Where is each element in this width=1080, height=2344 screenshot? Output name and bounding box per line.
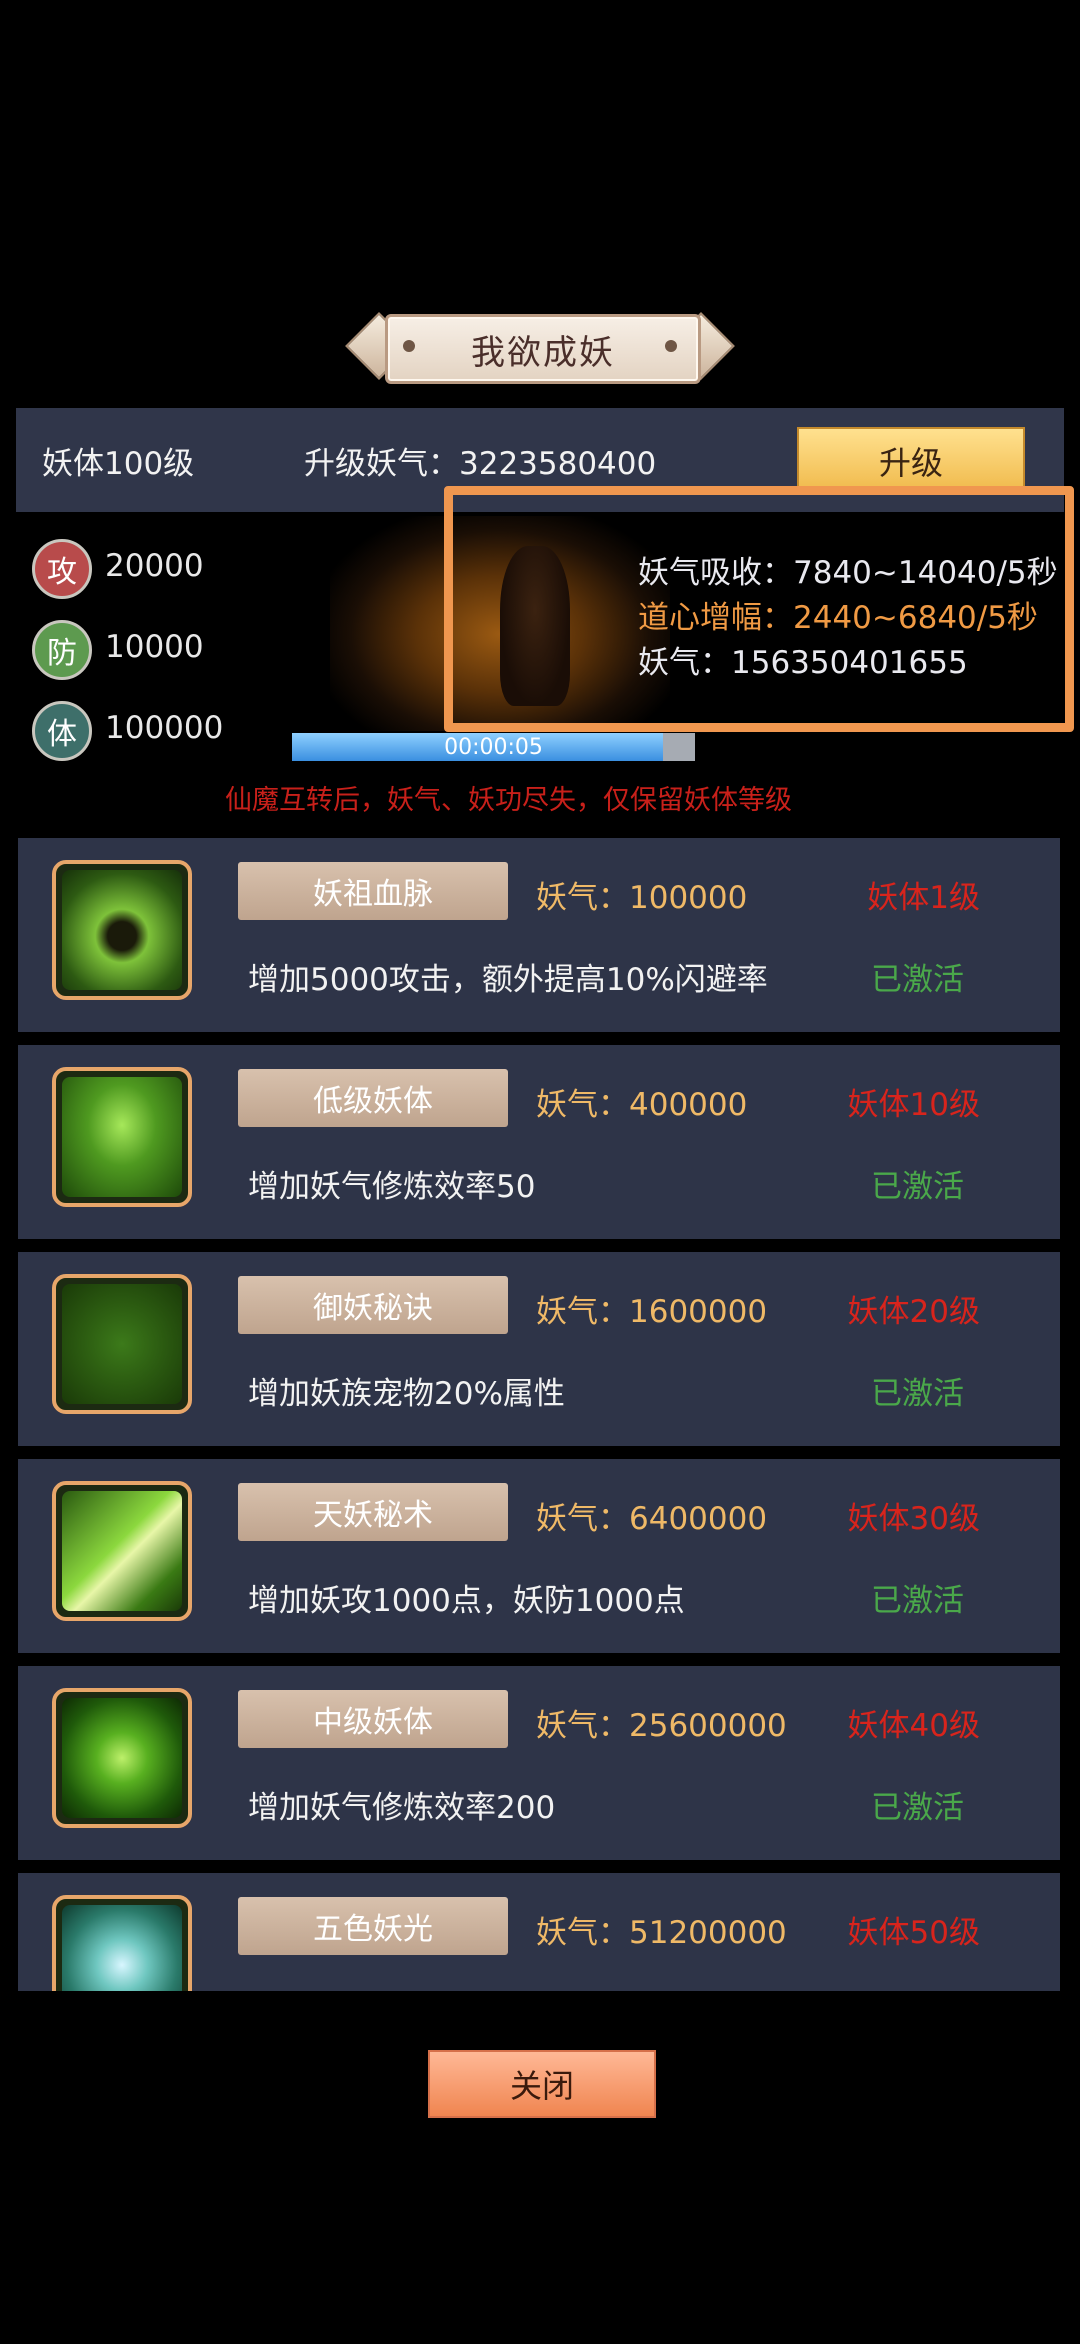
skill-requirement: 妖体40级 <box>847 1708 980 1744</box>
skill-mid-body-icon <box>52 1688 192 1828</box>
skill-requirement: 妖体10级 <box>847 1087 980 1123</box>
upgrade-cost-value: 3223580400 <box>459 446 657 482</box>
skill-row[interactable]: 妖祖血脉 妖气：100000 妖体1级 增加5000攻击，额外提高10%闪避率 … <box>18 838 1060 1032</box>
stat-defense-value: 10000 <box>105 629 204 665</box>
heart-boost-rate: 道心增幅：2440~6840/5秒 <box>638 600 1038 636</box>
skill-blood-drop-icon <box>52 860 192 1000</box>
stat-attack: 攻 <box>32 539 92 599</box>
skill-cost: 妖气：25600000 <box>536 1708 787 1744</box>
title-banner: 我欲成妖 <box>345 308 735 384</box>
skill-description: 增加妖气修炼效率50 <box>248 1169 536 1205</box>
body-icon: 体 <box>32 701 92 761</box>
skill-cost: 妖气：1600000 <box>536 1294 768 1330</box>
skill-status: 已激活 <box>871 1790 964 1826</box>
warning-text: 仙魔互转后，妖气、妖功尽失，仅保留妖体等级 <box>225 785 792 816</box>
skill-name: 妖祖血脉 <box>238 862 508 920</box>
skill-status: 已激活 <box>871 1583 964 1619</box>
skill-cost: 妖气：6400000 <box>536 1501 768 1537</box>
skill-name: 中级妖体 <box>238 1690 508 1748</box>
skill-name: 天妖秘术 <box>238 1483 508 1541</box>
skill-description: 增加妖族宠物20%属性 <box>248 1376 565 1412</box>
skill-row[interactable]: 天妖秘术 妖气：6400000 妖体30级 增加妖攻1000点，妖防1000点 … <box>18 1459 1060 1653</box>
skill-requirement: 妖体50级 <box>847 1915 980 1951</box>
skill-cost: 妖气：100000 <box>536 880 748 916</box>
skill-requirement: 妖体1级 <box>867 880 980 916</box>
upgrade-cost: 升级妖气：3223580400 <box>304 438 656 483</box>
skill-row[interactable]: 低级妖体 妖气：400000 妖体10级 增加妖气修炼效率50 已激活 <box>18 1045 1060 1239</box>
progress-timer: 00:00:05 <box>444 734 543 760</box>
skill-cost: 妖气：51200000 <box>536 1915 787 1951</box>
skill-demon-secret-icon <box>52 1274 192 1414</box>
banner-dot-right <box>665 340 677 352</box>
skill-five-color-light-icon <box>52 1895 192 1991</box>
absorb-rate: 妖气吸收：7840~14040/5秒 <box>638 555 1058 591</box>
attack-icon: 攻 <box>32 539 92 599</box>
body-level: 妖体100级 <box>42 446 195 482</box>
skill-requirement: 妖体20级 <box>847 1294 980 1330</box>
skill-description: 增加5000攻击，额外提高10%闪避率 <box>248 962 768 998</box>
skill-name: 低级妖体 <box>238 1069 508 1127</box>
stat-attack-value: 20000 <box>105 548 204 584</box>
stat-body-value: 100000 <box>105 710 224 746</box>
skill-status: 已激活 <box>871 962 964 998</box>
total-energy: 妖气：156350401655 <box>638 645 968 681</box>
skill-description: 增加妖气修炼效率200 <box>248 1790 556 1826</box>
defense-icon: 防 <box>32 620 92 680</box>
skill-row[interactable]: 中级妖体 妖气：25600000 妖体40级 增加妖气修炼效率200 已激活 <box>18 1666 1060 1860</box>
skill-three-drops-icon <box>52 1067 192 1207</box>
skill-heavenly-art-icon <box>52 1481 192 1621</box>
upgrade-button[interactable]: 升级 <box>797 427 1025 495</box>
banner-dot-left <box>403 340 415 352</box>
skill-requirement: 妖体30级 <box>847 1501 980 1537</box>
close-button[interactable]: 关闭 <box>428 2050 656 2118</box>
upgrade-cost-label: 升级妖气： <box>304 446 459 482</box>
skill-row[interactable]: 御妖秘诀 妖气：1600000 妖体20级 增加妖族宠物20%属性 已激活 <box>18 1252 1060 1446</box>
skill-status: 已激活 <box>871 1169 964 1205</box>
skill-cost: 妖气：400000 <box>536 1087 748 1123</box>
skill-status: 已激活 <box>871 1376 964 1412</box>
stat-body: 体 <box>32 701 92 761</box>
page-title: 我欲成妖 <box>385 314 701 384</box>
skill-name: 御妖秘诀 <box>238 1276 508 1334</box>
skill-description: 增加妖攻1000点，妖防1000点 <box>248 1583 685 1619</box>
cultivation-progress-bar: 00:00:05 <box>292 733 695 761</box>
stat-defense: 防 <box>32 620 92 680</box>
skill-name: 五色妖光 <box>238 1897 508 1955</box>
skill-row[interactable]: 五色妖光 妖气：51200000 妖体50级 <box>18 1873 1060 1991</box>
